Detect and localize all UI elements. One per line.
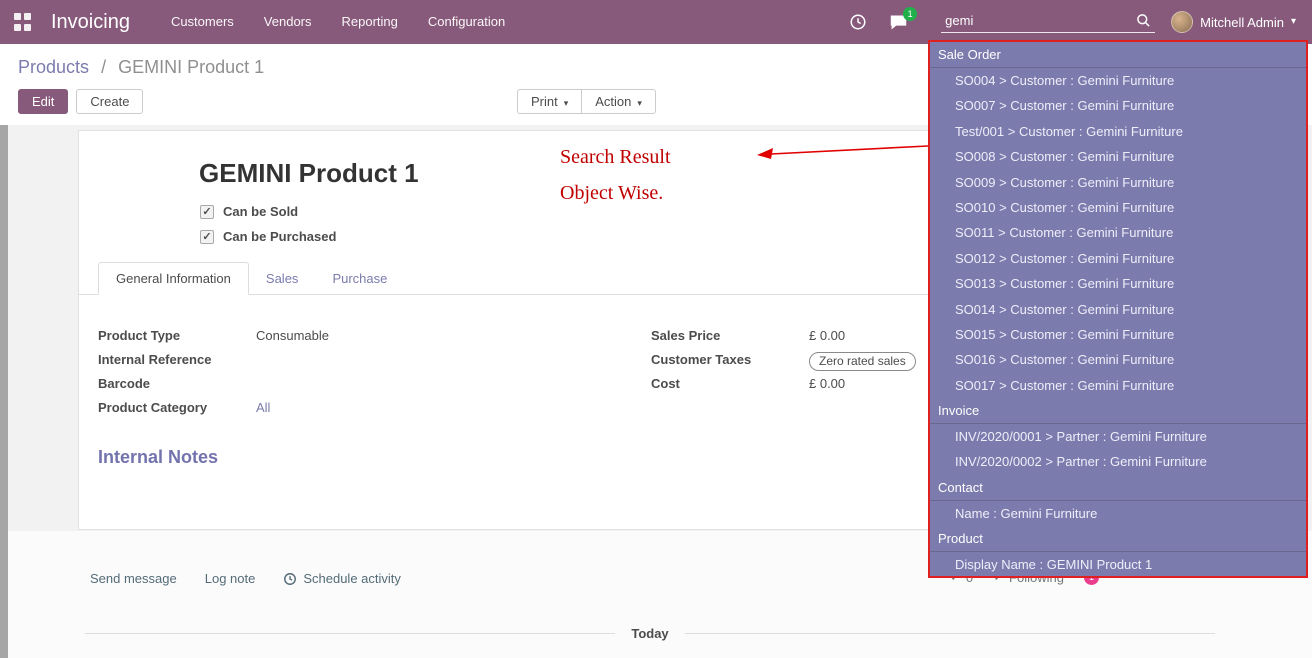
edit-button[interactable]: Edit bbox=[18, 89, 68, 114]
can-be-purchased-checkbox[interactable]: ✓ bbox=[200, 230, 214, 244]
menu-customers[interactable]: Customers bbox=[156, 0, 249, 44]
annotation-line-1: Search Result bbox=[560, 146, 671, 169]
field-label: Sales Price bbox=[651, 328, 809, 343]
print-button-label: Print bbox=[531, 94, 558, 109]
menu-reporting[interactable]: Reporting bbox=[327, 0, 413, 44]
field-label: Cost bbox=[651, 376, 809, 391]
avatar bbox=[1171, 11, 1193, 33]
annotation-text: Search Result Object Wise. bbox=[560, 146, 671, 218]
product-title: GEMINI Product 1 bbox=[199, 158, 419, 189]
field-label: Product Category bbox=[98, 400, 256, 415]
search-icon[interactable] bbox=[1136, 13, 1151, 28]
can-be-sold-checkbox[interactable]: ✓ bbox=[200, 205, 214, 219]
breadcrumb-products-link[interactable]: Products bbox=[18, 57, 89, 77]
annotation-arrow bbox=[753, 138, 933, 164]
group-header-invoice: Invoice bbox=[930, 398, 1306, 424]
action-button-label: Action bbox=[595, 94, 631, 109]
app-title[interactable]: Invoicing bbox=[51, 11, 130, 34]
can-be-purchased-row: ✓ Can be Purchased bbox=[200, 229, 336, 244]
search-result-item[interactable]: SO015 > Customer : Gemini Furniture bbox=[930, 322, 1306, 347]
search-result-item[interactable]: SO016 > Customer : Gemini Furniture bbox=[930, 347, 1306, 372]
send-message-button[interactable]: Send message bbox=[90, 571, 177, 586]
clock-icon bbox=[283, 572, 297, 586]
field-label: Product Type bbox=[98, 328, 256, 343]
search-result-item[interactable]: Name : Gemini Furniture bbox=[930, 501, 1306, 526]
main-menu: Customers Vendors Reporting Configuratio… bbox=[156, 0, 520, 44]
print-button[interactable]: Print ▾ bbox=[517, 89, 581, 114]
search-result-item[interactable]: Test/001 > Customer : Gemini Furniture bbox=[930, 119, 1306, 144]
messages-icon[interactable]: 1 bbox=[889, 14, 908, 31]
user-name: Mitchell Admin bbox=[1200, 15, 1284, 30]
create-button[interactable]: Create bbox=[76, 89, 143, 114]
search-results-dropdown: Sale Order SO004 > Customer : Gemini Fur… bbox=[928, 40, 1308, 578]
field-value: Consumable bbox=[256, 328, 478, 343]
tab-general-information[interactable]: General Information bbox=[98, 262, 249, 295]
field-product-type: Product Type Consumable bbox=[98, 328, 478, 347]
search-result-item[interactable]: SO017 > Customer : Gemini Furniture bbox=[930, 373, 1306, 398]
search-result-item[interactable]: SO014 > Customer : Gemini Furniture bbox=[930, 297, 1306, 322]
product-category-link[interactable]: All bbox=[256, 400, 478, 415]
log-note-button[interactable]: Log note bbox=[205, 571, 256, 586]
group-header-contact: Contact bbox=[930, 475, 1306, 501]
tax-tag: Zero rated sales bbox=[809, 352, 916, 371]
field-barcode: Barcode bbox=[98, 376, 478, 395]
activities-clock-icon[interactable] bbox=[849, 13, 867, 31]
caret-down-icon: ▾ bbox=[1291, 17, 1296, 27]
search-result-item[interactable]: SO011 > Customer : Gemini Furniture bbox=[930, 220, 1306, 245]
group-header-product: Product bbox=[930, 526, 1306, 552]
annotation-line-2: Object Wise. bbox=[560, 182, 671, 205]
internal-notes-heading: Internal Notes bbox=[98, 447, 218, 468]
today-divider: Today bbox=[85, 626, 1215, 641]
field-label: Internal Reference bbox=[98, 352, 256, 367]
search-result-item[interactable]: SO009 > Customer : Gemini Furniture bbox=[930, 170, 1306, 195]
search-result-item[interactable]: INV/2020/0001 > Partner : Gemini Furnitu… bbox=[930, 424, 1306, 449]
breadcrumb-current: GEMINI Product 1 bbox=[118, 57, 264, 77]
messages-badge: 1 bbox=[903, 7, 917, 21]
search-input[interactable] bbox=[945, 13, 1125, 28]
user-menu[interactable]: Mitchell Admin ▾ bbox=[1171, 11, 1296, 33]
breadcrumb: Products / GEMINI Product 1 bbox=[18, 57, 264, 78]
field-label: Customer Taxes bbox=[651, 352, 809, 367]
search-result-item[interactable]: SO004 > Customer : Gemini Furniture bbox=[930, 68, 1306, 93]
can-be-sold-row: ✓ Can be Sold bbox=[200, 204, 298, 219]
search-result-item[interactable]: SO008 > Customer : Gemini Furniture bbox=[930, 144, 1306, 169]
search-result-item[interactable]: SO012 > Customer : Gemini Furniture bbox=[930, 246, 1306, 271]
apps-grid-icon[interactable] bbox=[14, 13, 33, 32]
chatter-toolbar: Send message Log note Schedule activity bbox=[90, 571, 401, 586]
search-result-item[interactable]: Display Name : GEMINI Product 1 bbox=[930, 552, 1306, 577]
tab-purchase[interactable]: Purchase bbox=[315, 263, 404, 294]
top-navbar: Invoicing Customers Vendors Reporting Co… bbox=[0, 0, 1312, 44]
today-label: Today bbox=[631, 626, 668, 641]
fields-left-column: Product Type Consumable Internal Referen… bbox=[98, 328, 478, 424]
caret-down-icon: ▾ bbox=[637, 98, 642, 108]
search-result-item[interactable]: INV/2020/0002 > Partner : Gemini Furnitu… bbox=[930, 449, 1306, 474]
caret-down-icon: ▾ bbox=[564, 98, 569, 108]
search-result-item[interactable]: SO013 > Customer : Gemini Furniture bbox=[930, 271, 1306, 296]
search-result-item[interactable]: SO007 > Customer : Gemini Furniture bbox=[930, 93, 1306, 118]
field-product-category: Product Category All bbox=[98, 400, 478, 419]
search-result-item[interactable]: SO010 > Customer : Gemini Furniture bbox=[930, 195, 1306, 220]
left-scrollbar[interactable] bbox=[0, 125, 8, 658]
menu-vendors[interactable]: Vendors bbox=[249, 0, 327, 44]
field-label: Barcode bbox=[98, 376, 256, 391]
action-button[interactable]: Action ▾ bbox=[581, 89, 656, 114]
schedule-activity-button[interactable]: Schedule activity bbox=[283, 571, 401, 586]
can-be-sold-label: Can be Sold bbox=[223, 204, 298, 219]
breadcrumb-separator: / bbox=[101, 57, 106, 77]
tab-sales[interactable]: Sales bbox=[249, 263, 316, 294]
can-be-purchased-label: Can be Purchased bbox=[223, 229, 336, 244]
field-internal-reference: Internal Reference bbox=[98, 352, 478, 371]
group-header-sale-order: Sale Order bbox=[930, 42, 1306, 68]
menu-configuration[interactable]: Configuration bbox=[413, 0, 520, 44]
global-search-box[interactable] bbox=[941, 11, 1155, 33]
schedule-activity-label: Schedule activity bbox=[303, 571, 401, 586]
